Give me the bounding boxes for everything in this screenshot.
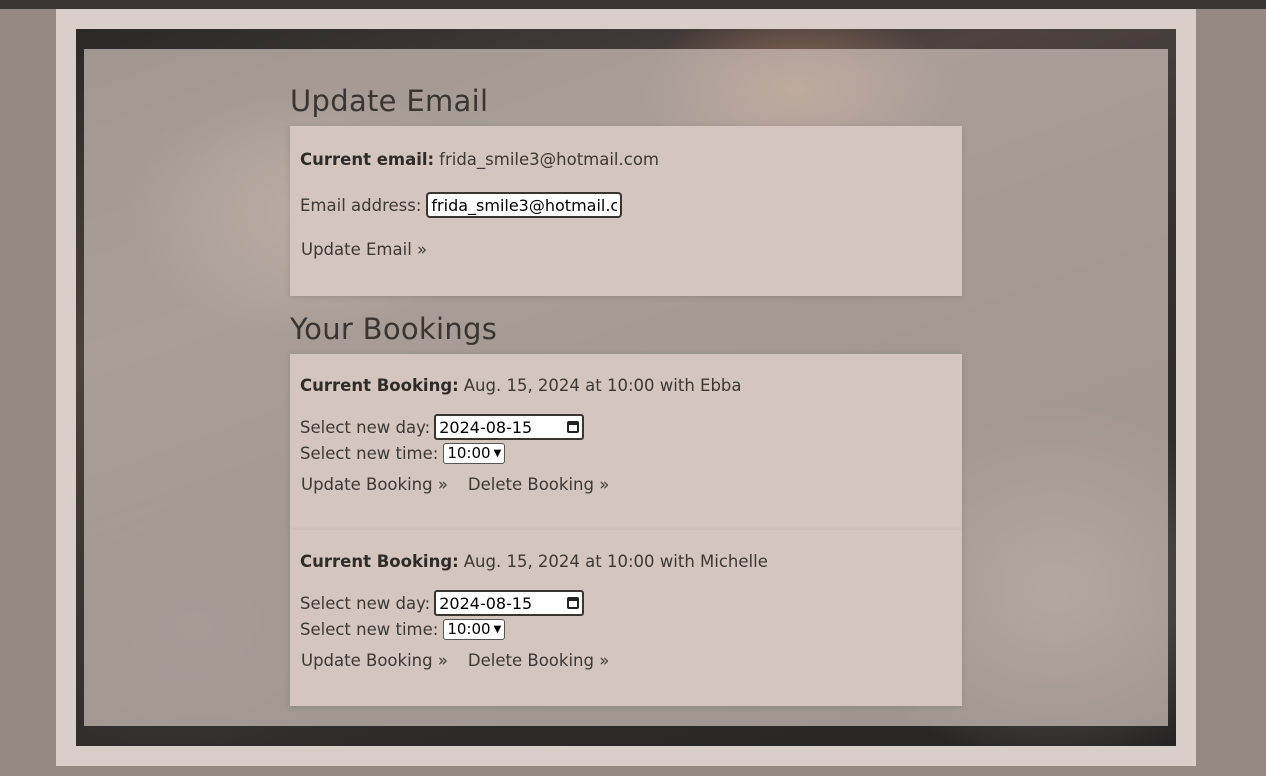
update-email-button[interactable]: Update Email » xyxy=(300,240,428,259)
booking-actions: Update Booking » Delete Booking » xyxy=(300,472,952,496)
booking-card: Current Booking: Aug. 15, 2024 at 10:00 … xyxy=(290,354,962,530)
update-email-heading: Update Email xyxy=(290,84,489,118)
current-booking-row: Current Booking: Aug. 15, 2024 at 10:00 … xyxy=(300,354,952,396)
new-time-label: Select new time: xyxy=(300,619,439,639)
new-time-row: Select new time: 10:00 ▼ xyxy=(300,616,952,642)
booking-card: Current Booking: Aug. 15, 2024 at 10:00 … xyxy=(290,530,962,706)
update-booking-button[interactable]: Update Booking » xyxy=(300,651,449,670)
chevron-down-icon: ▼ xyxy=(493,447,502,459)
email-field-label: Email address: xyxy=(300,195,422,215)
chevron-down-icon: ▼ xyxy=(493,623,502,635)
new-time-select[interactable]: 10:00 ▼ xyxy=(443,442,506,464)
booking-actions: Update Booking » Delete Booking » xyxy=(300,648,952,672)
current-email-row: Current email: frida_smile3@hotmail.com xyxy=(300,126,952,170)
new-time-row: Select new time: 10:00 ▼ xyxy=(300,440,952,466)
email-field[interactable] xyxy=(426,192,623,218)
bookings-heading: Your Bookings xyxy=(290,312,498,346)
new-day-date-input[interactable]: 2024-08-15 xyxy=(434,590,585,616)
calendar-icon[interactable] xyxy=(567,421,580,433)
delete-booking-button[interactable]: Delete Booking » xyxy=(467,651,610,670)
new-day-label: Select new day: xyxy=(300,593,431,613)
new-day-value: 2024-08-15 xyxy=(439,417,533,437)
update-email-card: Current email: frida_smile3@hotmail.com … xyxy=(290,126,962,296)
new-time-value: 10:00 xyxy=(447,620,491,638)
current-booking-label: Current Booking: xyxy=(300,375,459,395)
new-time-label: Select new time: xyxy=(300,443,439,463)
delete-booking-button[interactable]: Delete Booking » xyxy=(467,475,610,494)
new-day-row: Select new day: 2024-08-15 xyxy=(300,590,952,616)
email-field-row: Email address: xyxy=(300,190,952,220)
current-booking-value: Aug. 15, 2024 at 10:00 with Ebba xyxy=(463,375,742,395)
new-day-row: Select new day: 2024-08-15 xyxy=(300,414,952,440)
new-time-value: 10:00 xyxy=(447,444,491,462)
current-email-label: Current email: xyxy=(300,149,435,169)
new-day-value: 2024-08-15 xyxy=(439,593,533,613)
current-booking-row: Current Booking: Aug. 15, 2024 at 10:00 … xyxy=(300,530,952,572)
account-content: Update Email Current email: frida_smile3… xyxy=(290,80,962,706)
new-time-select[interactable]: 10:00 ▼ xyxy=(443,618,506,640)
current-booking-label: Current Booking: xyxy=(300,551,459,571)
current-email-value: frida_smile3@hotmail.com xyxy=(439,149,659,169)
new-day-label: Select new day: xyxy=(300,417,431,437)
update-booking-button[interactable]: Update Booking » xyxy=(300,475,449,494)
email-actions: Update Email » xyxy=(300,238,952,260)
browser-top-bar xyxy=(0,0,1266,9)
calendar-icon[interactable] xyxy=(567,597,580,609)
current-booking-value: Aug. 15, 2024 at 10:00 with Michelle xyxy=(463,551,768,571)
new-day-date-input[interactable]: 2024-08-15 xyxy=(434,414,585,440)
